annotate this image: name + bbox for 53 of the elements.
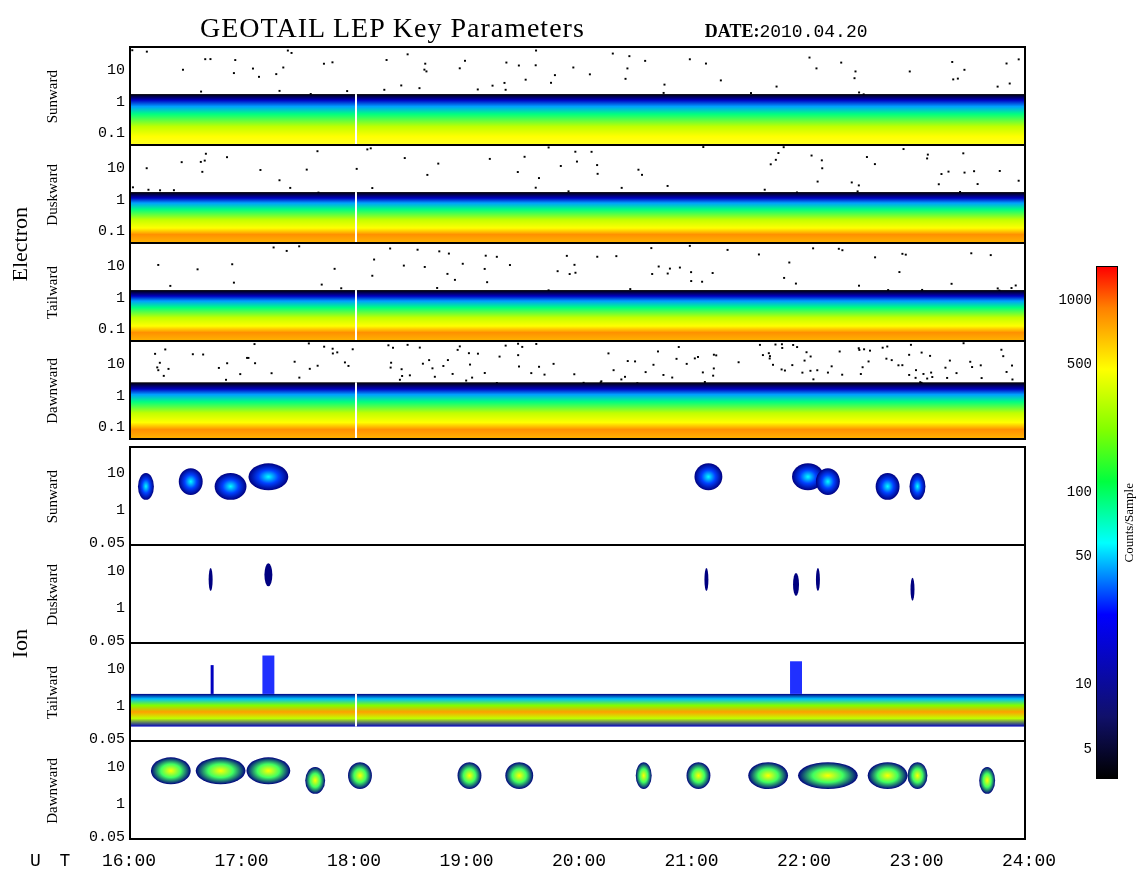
colorbar-tick-label: 500	[1066, 356, 1092, 371]
panel-label: Sunward	[43, 470, 61, 524]
axis-tick-label: 0.05	[89, 829, 125, 845]
axis-tick-label: 0.1	[98, 419, 125, 435]
axis-tick-label: 1	[116, 290, 125, 306]
axis-tick-label: 10	[107, 563, 125, 578]
colorbar-tick-label: 100	[1066, 485, 1092, 500]
axis-tick-label: 0.1	[98, 321, 125, 337]
colorbar-tick-label: 10	[1075, 677, 1092, 692]
axis-tick-label: 24:00	[1002, 851, 1056, 871]
axis-tick-label: 18:00	[327, 851, 381, 871]
colorbar-title: Counts/Sample	[1121, 482, 1137, 563]
date-label: DATE:2010.04.20	[704, 21, 868, 44]
axis-tick-label: 0.05	[89, 535, 125, 551]
axis-tick-label: 17:00	[214, 851, 269, 871]
axis-tick-label: 10	[107, 62, 125, 78]
axis-tick-label: 0.1	[98, 125, 125, 141]
axis-tick-label: 10	[107, 465, 125, 480]
panel-label: Tailward	[43, 666, 61, 720]
axis-tick-label: 1	[116, 600, 125, 616]
panel-label: Duskward	[43, 164, 61, 226]
panel-label: Sunward	[43, 70, 61, 124]
axis-tick-label: 19:00	[439, 851, 494, 871]
axis-tick-label: 0.05	[89, 731, 125, 747]
axis-tick-label: 1	[116, 698, 125, 714]
axis-tick-label: 10	[107, 160, 125, 176]
axis-tick-label: 10	[107, 258, 125, 274]
axis-tick-label: 22:00	[777, 851, 831, 871]
axis-tick-label: 10	[107, 356, 125, 372]
panel-label: Tailward	[43, 266, 61, 320]
colorbar-tick-label: 50	[1075, 548, 1092, 563]
axis-tick-label: 21:00	[664, 851, 719, 871]
axis-tick-label: 10	[107, 661, 125, 676]
colorbar-tick-label: 1000	[1058, 292, 1092, 307]
axis-tick-label: 1	[116, 192, 125, 208]
chart-title: GEOTAIL LEP Key Parameters	[200, 12, 585, 44]
group-label: Electron	[7, 206, 33, 282]
axis-tick-label: 0.1	[98, 223, 125, 239]
axis-tick-label: 23:00	[889, 851, 944, 871]
panel-label: Dawnward	[43, 358, 61, 424]
axis-tick-label: 10	[107, 759, 125, 774]
axis-tick-label: 1	[116, 94, 125, 110]
axis-tick-label: 1	[116, 502, 125, 518]
axis-tick-label: 16:00	[102, 851, 156, 871]
colorbar-tick-label: 5	[1083, 742, 1092, 757]
axis-tick-label: 1	[116, 796, 125, 812]
panel-label: Dawnward	[43, 758, 61, 824]
axis-tick-label: 0.05	[89, 633, 125, 649]
axis-tick-label: 1	[116, 388, 125, 404]
axis-label: U T	[30, 851, 75, 871]
group-label: Ion	[7, 629, 33, 659]
axis-tick-label: 20:00	[552, 851, 606, 871]
panel-label: Duskward	[43, 564, 61, 626]
